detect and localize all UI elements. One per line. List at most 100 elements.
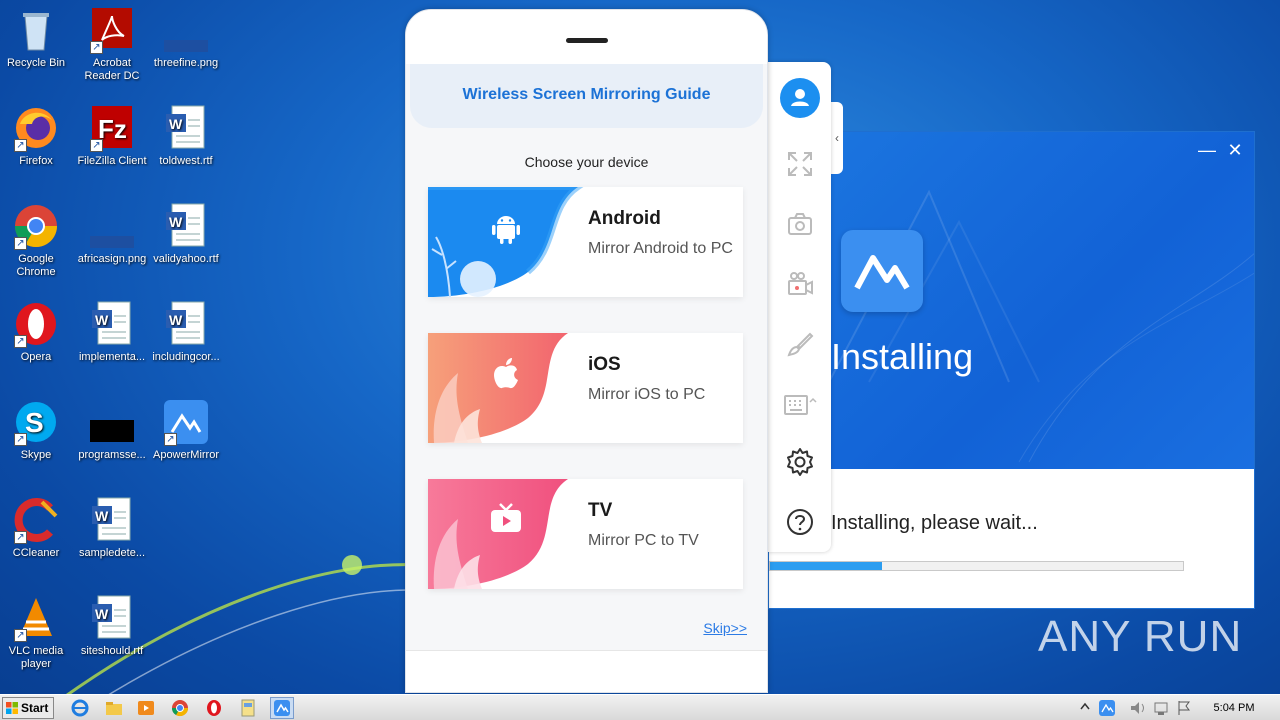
tray-network-icon[interactable] [1154,702,1168,715]
installer-state: Installing [831,336,974,377]
word-document-icon: W [162,104,210,152]
guide-topbar [406,10,767,64]
tv-subtitle: Mirror PC to TV [588,532,699,549]
desktop-icon-sampledete[interactable]: W sampledete... [74,496,150,560]
device-card-tv[interactable]: TV Mirror PC to TV [428,479,743,589]
guide-title: Wireless Screen Mirroring Guide [410,64,763,128]
taskbar-installer[interactable] [236,697,260,719]
tray-volume-icon[interactable] [1131,702,1144,714]
desktop-icon-chrome[interactable]: ↗ Google Chrome [0,202,74,279]
screenshot-button[interactable] [780,204,820,244]
desktop-icon-firefox[interactable]: ↗ Firefox [0,104,74,168]
tv-title: TV [588,500,613,521]
ios-subtitle: Mirror iOS to PC [588,386,706,403]
desktop-icon-recycle-bin[interactable]: Recycle Bin [0,6,74,70]
taskbar-opera[interactable] [202,697,226,719]
desktop-icon-validyahoo[interactable]: W validyahoo.rtf [148,202,224,266]
settings-button[interactable] [780,442,820,482]
android-subtitle: Mirror Android to PC [588,240,733,257]
taskbar-clock[interactable]: 5:04 PM [1204,695,1264,720]
ccleaner-icon: ↗ [12,496,60,544]
installer-window: Installing — ✕ Installing, please wait..… [768,131,1255,609]
svg-text:W: W [95,606,109,622]
tray-apowermirror-icon[interactable] [1099,700,1115,716]
tray-expand-icon[interactable] [1080,702,1090,710]
chrome-icon: ↗ [12,202,60,250]
desktop-icon-vlc[interactable]: ↗ VLC media player [0,594,74,671]
desktop-icon-apowermirror[interactable]: ↗ ApowerMirror [148,398,224,462]
recycle-bin-icon [12,6,60,54]
svg-text:W: W [169,214,183,230]
installer-wait-text: Installing, please wait... [831,512,1038,534]
svg-text:W: W [95,508,109,524]
help-button[interactable] [780,502,820,542]
word-document-icon: W [88,496,136,544]
collapse-tab[interactable]: ‹ [831,102,843,174]
minimize-button[interactable]: — [1197,140,1217,160]
word-document-icon: W [88,300,136,348]
installer-icon [241,699,255,717]
brush-icon [787,332,814,357]
record-icon [788,272,813,295]
word-document-icon: W [88,594,136,642]
svg-text:W: W [169,116,183,132]
desktop-icon-africasign[interactable]: africasign.png [74,202,150,266]
close-button[interactable]: ✕ [1225,140,1245,160]
fullscreen-button[interactable] [780,144,820,184]
keyboard-icon [784,395,817,415]
whiteboard-button[interactable] [780,324,820,364]
start-button[interactable]: Start [2,697,54,719]
android-title: Android [588,208,661,229]
device-card-android[interactable]: Android Mirror Android to PC [428,187,743,297]
desktop-icon-threefine[interactable]: threefine.png [148,6,224,70]
keyboard-button[interactable] [780,384,820,424]
apple-icon [494,358,518,389]
taskbar-media-player[interactable] [134,697,158,719]
filezilla-icon: Fz ↗ [88,104,136,152]
desktop-icon-ccleaner[interactable]: ↗ CCleaner [0,496,74,560]
taskbar-ie[interactable] [68,697,92,719]
desktop-icon-toldwest[interactable]: W toldwest.rtf [148,104,224,168]
media-player-icon [138,701,154,715]
apowermirror-logo [841,230,923,312]
settings-icon [787,448,813,476]
desktop-icon-skype[interactable]: S ↗ Skype [0,398,74,462]
taskbar-chrome[interactable] [168,697,192,719]
choose-device-label: Choose your device [524,154,649,170]
fullscreen-icon [788,152,812,176]
desktop-icon-implementa[interactable]: W implementa... [74,300,150,364]
skip-link[interactable]: Skip>> [703,620,747,636]
firefox-icon: ↗ [12,104,60,152]
device-card-ios[interactable]: iOS Mirror iOS to PC [428,333,743,443]
desktop-icon-siteshould[interactable]: W siteshould.rtf [74,594,150,658]
drag-handle[interactable] [566,38,608,43]
tv-icon [491,503,521,532]
android-icon [492,216,520,244]
windows-flag-icon [6,702,18,714]
user-button[interactable] [780,78,820,118]
desktop-icon-filezilla[interactable]: Fz ↗ FileZilla Client [74,104,150,168]
taskbar-explorer[interactable] [102,697,126,719]
tray-flag-icon[interactable] [1178,701,1190,715]
desktop-icon-includingcor[interactable]: W includingcor... [148,300,224,364]
camera-icon [788,213,812,235]
svg-text:S: S [25,407,44,438]
folder-icon [106,702,122,715]
desktop-icon-acrobat[interactable]: ↗ Acrobat Reader DC [74,6,150,83]
help-icon [787,509,813,535]
desktop-icon-opera[interactable]: ↗ Opera [0,300,74,364]
apowermirror-icon: ↗ [162,398,210,446]
apowermirror-icon [274,700,290,716]
anyrun-watermark: ANY RUN [1038,612,1243,661]
taskbar: Start 5:04 PM [0,694,1280,720]
start-label: Start [21,701,49,715]
desktop-icon-programsse[interactable]: programsse... [74,398,150,462]
record-button[interactable] [780,264,820,304]
mirroring-guide-window: Wireless Screen Mirroring Guide Choose y… [405,9,768,693]
installer-banner: Installing [769,132,1254,469]
taskbar-apowermirror[interactable] [270,697,294,719]
word-document-icon: W [162,202,210,250]
acrobat-icon: ↗ [88,6,136,54]
image-file-icon [88,202,136,250]
opera-icon: ↗ [12,300,60,348]
